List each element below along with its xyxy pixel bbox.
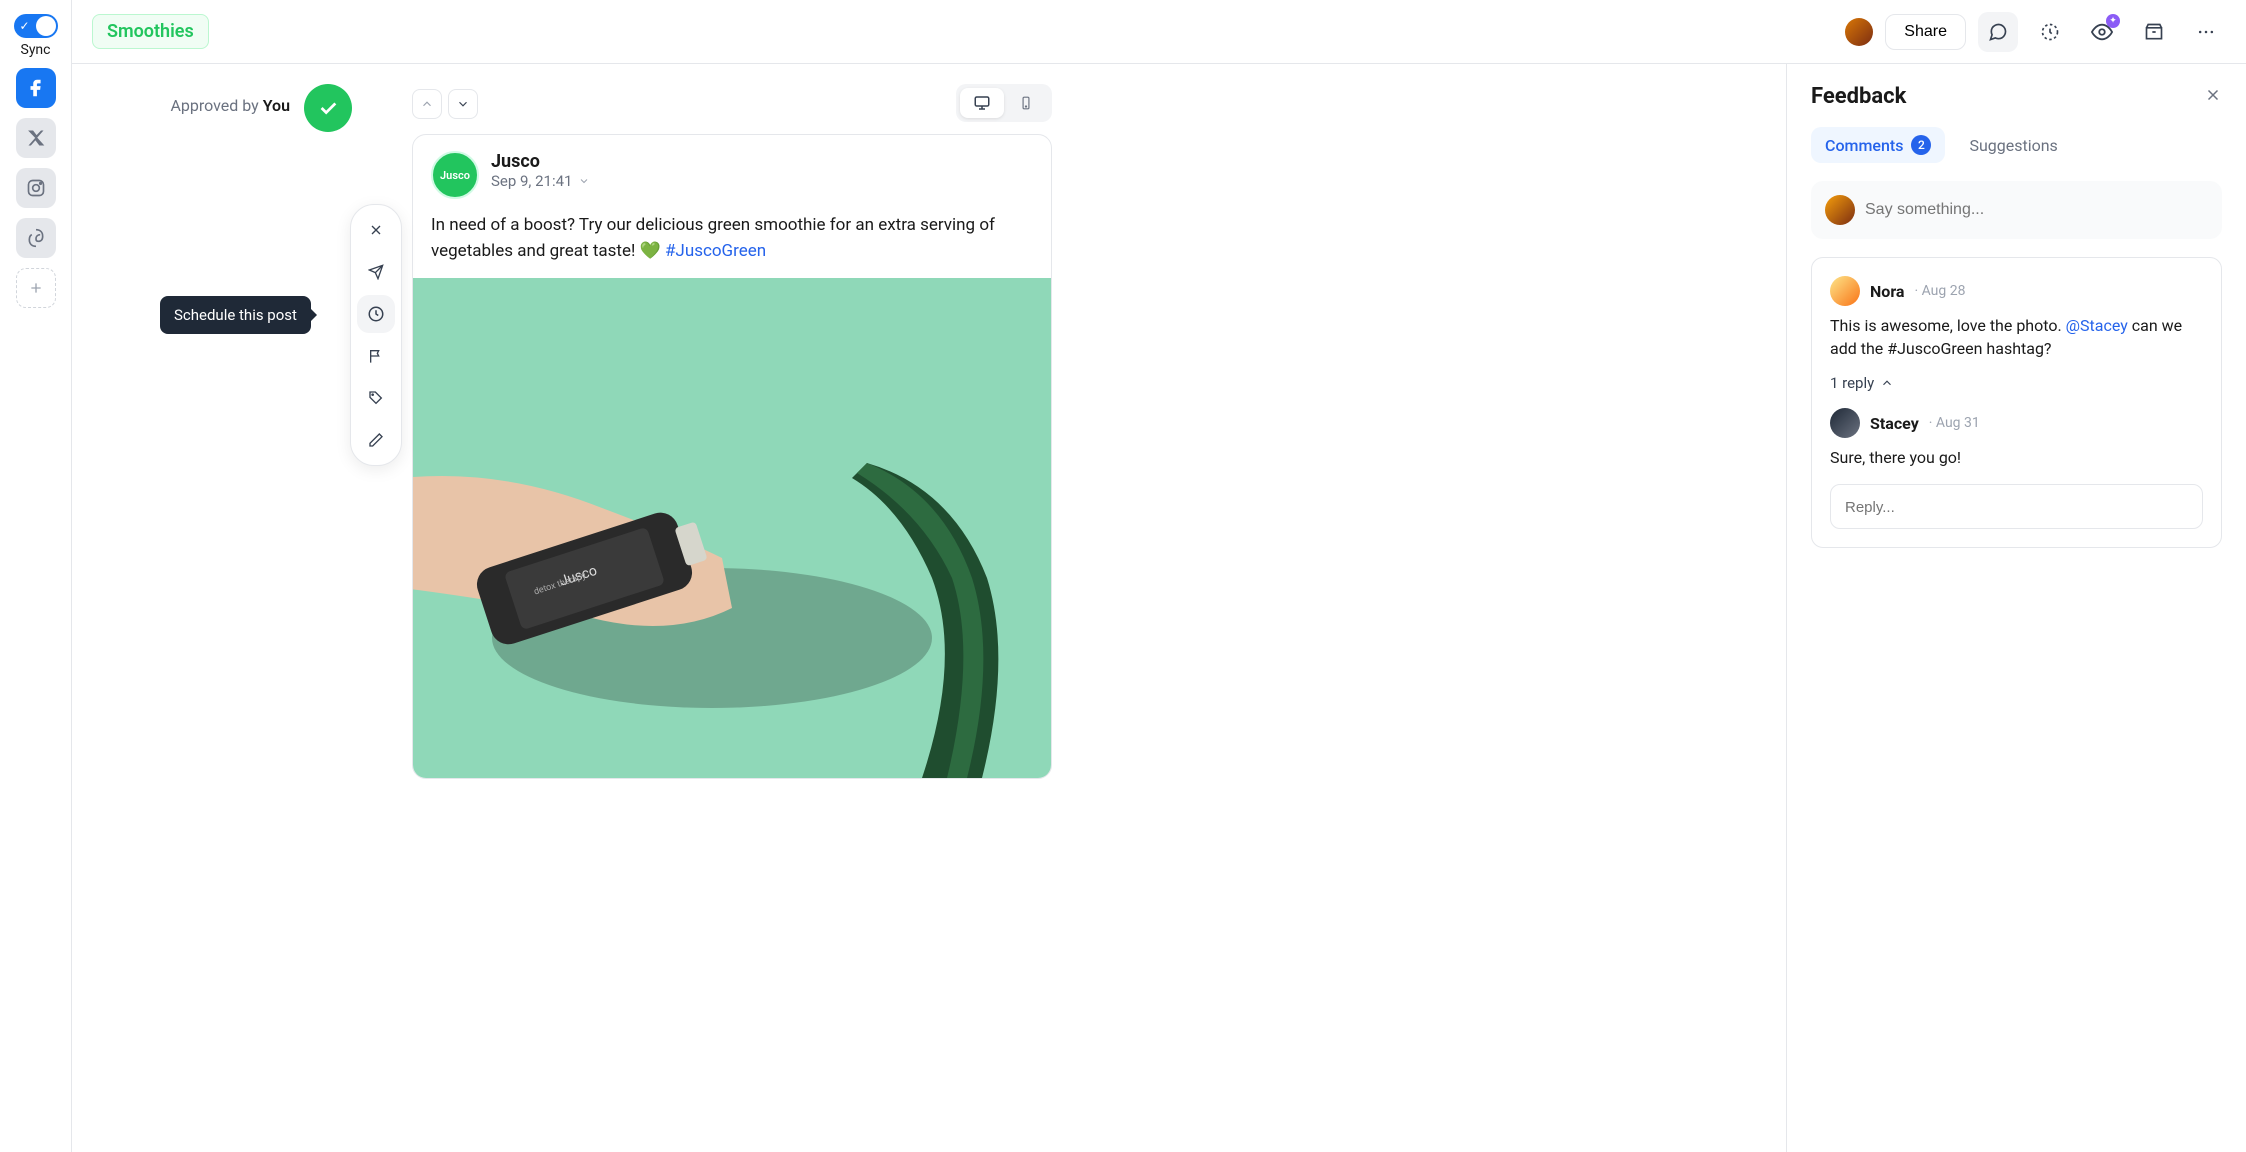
threads-icon[interactable]: [16, 218, 56, 258]
left-sidebar: ✓ Sync: [0, 0, 72, 1152]
post-avatar: Jusco: [431, 151, 479, 199]
comment-body: Sure, there you go!: [1830, 446, 2203, 469]
hashtag-link[interactable]: #JuscoGreen: [665, 241, 766, 261]
campaign-tag[interactable]: Smoothies: [92, 14, 209, 49]
post-actions-strip: [350, 204, 402, 466]
post-preview-card: Jusco Jusco Sep 9, 21:41 In need of a bo…: [412, 134, 1052, 779]
send-action[interactable]: [357, 253, 395, 291]
mobile-view-button[interactable]: [1004, 88, 1048, 118]
next-post-button[interactable]: [448, 89, 478, 119]
commenter-name: Nora: [1870, 282, 1904, 301]
chevron-down-icon: [578, 175, 590, 187]
commenter-name: Stacey: [1870, 414, 1919, 433]
preview-icon-button[interactable]: ✦: [2082, 12, 2122, 52]
prev-post-button[interactable]: [412, 89, 442, 119]
sync-label: Sync: [21, 42, 51, 58]
topbar: Smoothies Share ✦: [72, 0, 2246, 64]
comments-icon-button[interactable]: [1978, 12, 2018, 52]
commenter-avatar: [1830, 276, 1860, 306]
comments-count-badge: 2: [1911, 135, 1931, 155]
post-author-name: Jusco: [491, 151, 590, 172]
device-toggle: [956, 84, 1052, 122]
reply-text-input[interactable]: [1845, 499, 2188, 516]
facebook-icon[interactable]: [16, 68, 56, 108]
mention-link[interactable]: @Stacey: [2066, 316, 2128, 335]
comment-body: This is awesome, love the photo. @Stacey…: [1830, 314, 2203, 360]
check-icon: ✓: [20, 19, 30, 33]
tab-suggestions[interactable]: Suggestions: [1955, 127, 2071, 163]
post-caption: In need of a boost? Try our delicious gr…: [413, 209, 1051, 278]
reply-input[interactable]: [1830, 484, 2203, 529]
current-user-avatar: [1825, 195, 1855, 225]
notification-badge: ✦: [2106, 14, 2120, 28]
sync-toggle[interactable]: ✓ Sync: [14, 14, 58, 58]
activity-icon-button[interactable]: [2030, 12, 2070, 52]
chevron-up-icon: [1880, 376, 1894, 390]
add-channel-button[interactable]: [16, 268, 56, 308]
desktop-view-button[interactable]: [960, 88, 1004, 118]
tab-comments[interactable]: Comments 2: [1811, 127, 1945, 163]
approved-check-icon[interactable]: [304, 84, 352, 132]
new-comment-input[interactable]: [1811, 181, 2222, 239]
user-avatar[interactable]: [1845, 18, 1873, 46]
close-feedback-button[interactable]: [2204, 86, 2222, 108]
post-date[interactable]: Sep 9, 21:41: [491, 172, 590, 190]
commenter-avatar: [1830, 408, 1860, 438]
comment-thread: Nora · Aug 28 This is awesome, love the …: [1811, 257, 2222, 548]
comment-date: · Aug 31: [1929, 415, 1980, 431]
instagram-icon[interactable]: [16, 168, 56, 208]
post-image: Jusco detox therapy: [413, 278, 1051, 778]
comment-text-input[interactable]: [1865, 201, 2208, 219]
share-button[interactable]: Share: [1885, 14, 1966, 50]
schedule-tooltip: Schedule this post: [160, 296, 311, 334]
feedback-panel: Feedback Comments 2 Suggestions: [1786, 64, 2246, 1152]
close-action[interactable]: [357, 211, 395, 249]
archive-icon-button[interactable]: [2134, 12, 2174, 52]
comment-date: · Aug 28: [1914, 283, 1965, 299]
reply-toggle[interactable]: 1 reply: [1830, 374, 2203, 392]
flag-action[interactable]: [357, 337, 395, 375]
feedback-title: Feedback: [1811, 84, 1906, 109]
schedule-action[interactable]: [357, 295, 395, 333]
tag-action[interactable]: [357, 379, 395, 417]
more-icon-button[interactable]: [2186, 12, 2226, 52]
approval-status: Approved by You: [170, 84, 290, 115]
edit-action[interactable]: [357, 421, 395, 459]
x-twitter-icon[interactable]: [16, 118, 56, 158]
